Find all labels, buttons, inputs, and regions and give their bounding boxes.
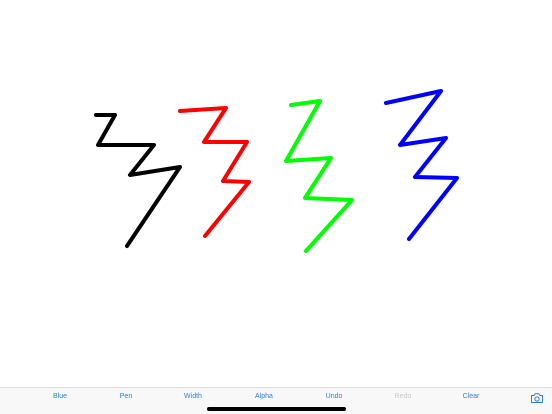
width-button[interactable]: Width bbox=[184, 392, 202, 402]
red-stroke bbox=[178, 106, 251, 238]
alpha-button[interactable]: Alpha bbox=[255, 392, 273, 402]
drawing-canvas[interactable] bbox=[0, 0, 552, 387]
undo-button[interactable]: Undo bbox=[326, 392, 343, 402]
blue-color-button[interactable]: Blue bbox=[53, 392, 67, 402]
redo-button: Redo bbox=[394, 393, 412, 400]
green-stroke bbox=[284, 99, 354, 253]
pen-button[interactable]: Pen bbox=[120, 392, 132, 402]
black-stroke bbox=[94, 113, 182, 248]
clear-button[interactable]: Clear bbox=[463, 392, 480, 402]
drawing-surface[interactable] bbox=[0, 0, 552, 387]
blue-stroke bbox=[384, 89, 459, 241]
home-indicator bbox=[207, 407, 346, 411]
camera-icon[interactable] bbox=[530, 391, 544, 403]
